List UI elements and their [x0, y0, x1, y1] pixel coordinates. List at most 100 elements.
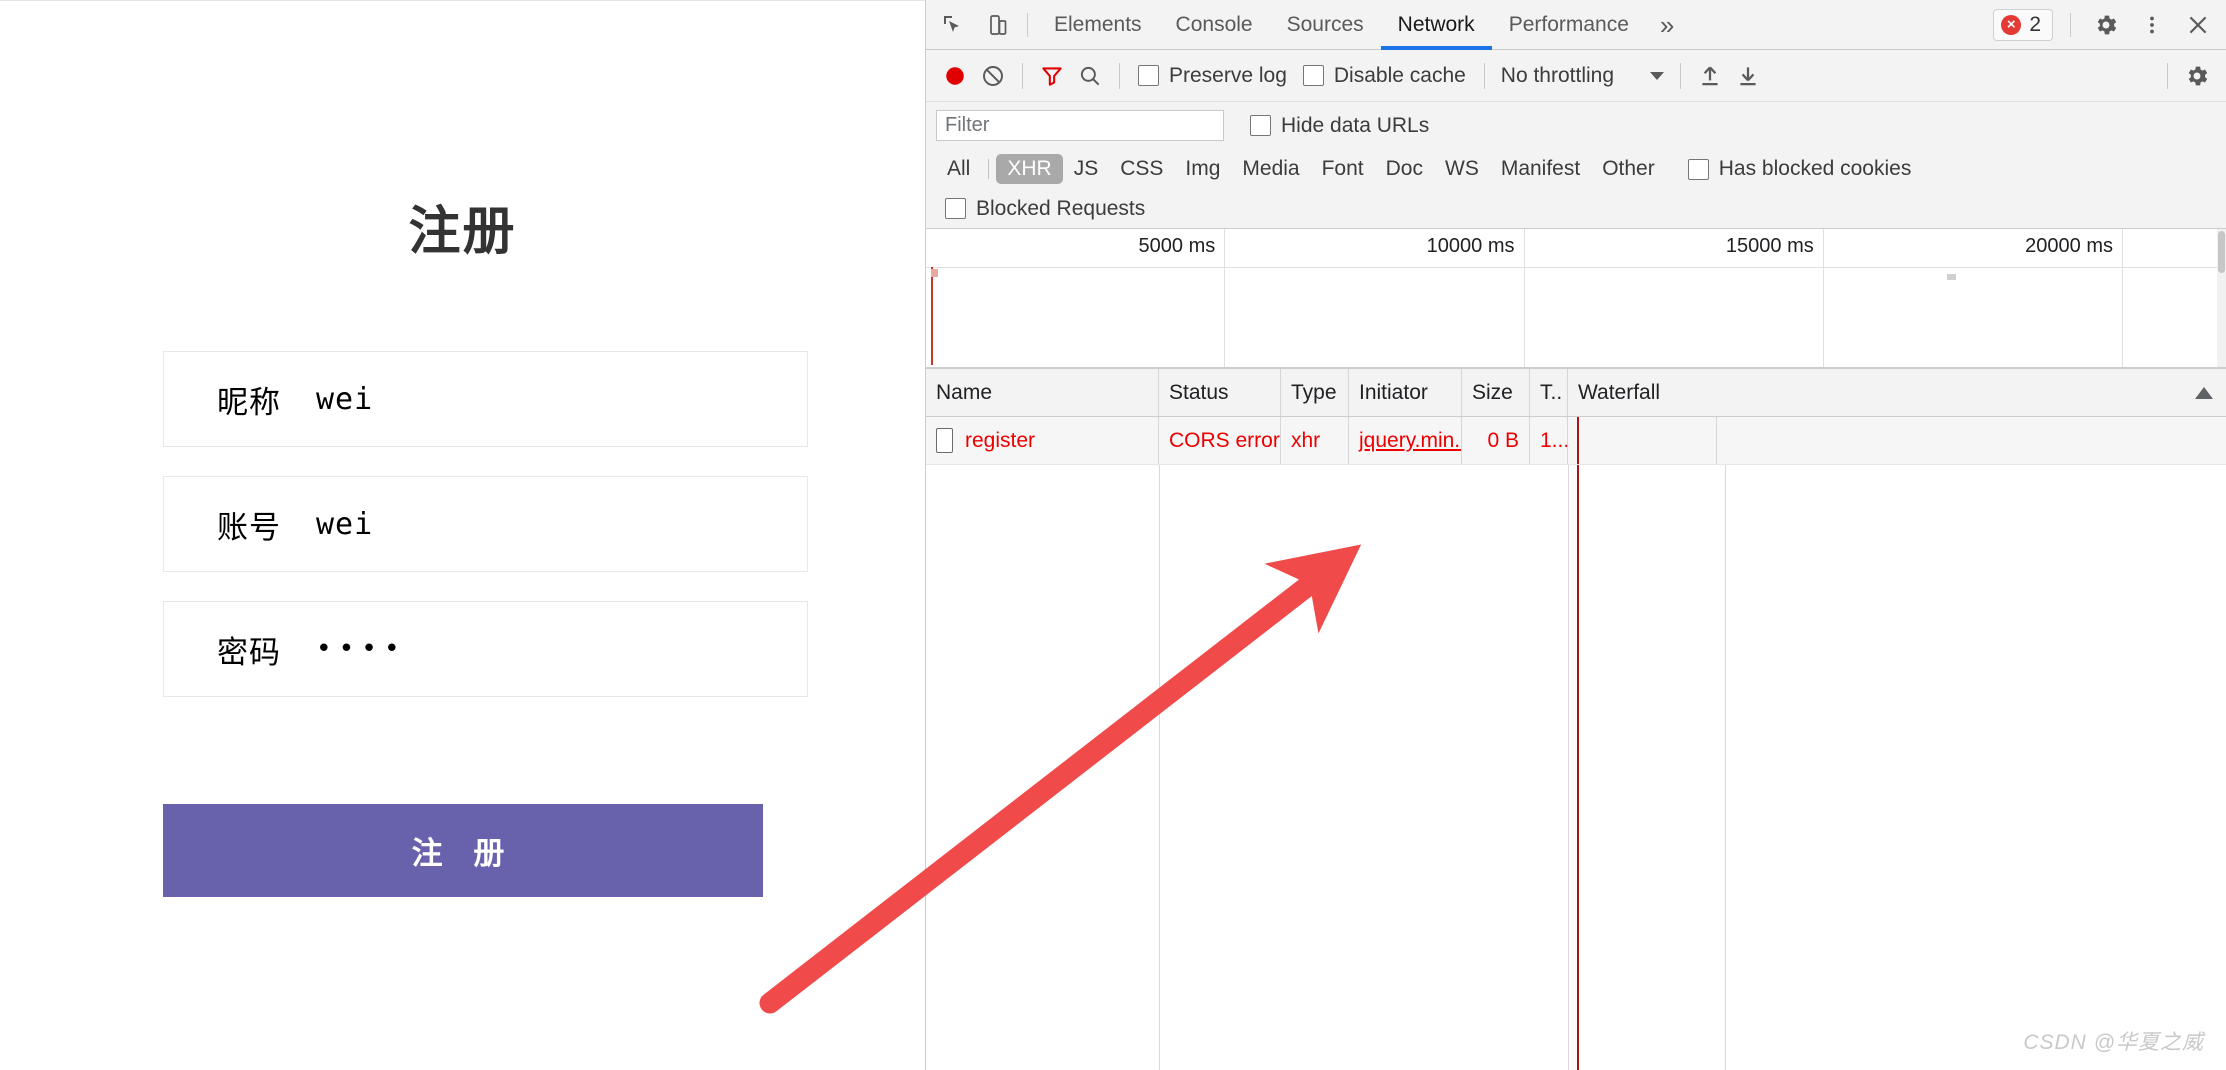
type-filter-media[interactable]: Media [1231, 154, 1310, 184]
preserve-log-box[interactable] [1138, 65, 1159, 86]
register-page: 注册 昵称 wei 账号 wei 密码 •••• 注 册 [0, 0, 925, 1070]
overview-scrollbar[interactable] [2217, 229, 2226, 367]
network-requests-table: Name Status Type Initiator Size T.. Wate… [926, 369, 2226, 1070]
chevron-down-icon [1650, 71, 1665, 80]
waterfall-bar [1577, 417, 1579, 464]
cell-name[interactable]: register [926, 417, 1159, 464]
preserve-log-checkbox[interactable]: Preserve log [1138, 64, 1287, 88]
column-header-size[interactable]: Size [1462, 369, 1530, 416]
nickname-label: 昵称 [217, 384, 281, 421]
close-icon[interactable] [2178, 6, 2218, 44]
column-header-name[interactable]: Name [926, 369, 1159, 416]
overview-grid: 5000 ms 10000 ms 15000 ms 20000 ms [926, 229, 2226, 367]
register-submit-button[interactable]: 注 册 [163, 804, 763, 897]
type-filter-font[interactable]: Font [1311, 154, 1375, 184]
account-input-value[interactable]: wei [316, 507, 373, 542]
cell-size: 0 B [1462, 417, 1530, 464]
export-har-icon[interactable] [1729, 57, 1767, 95]
network-settings-gear-icon[interactable] [2178, 57, 2216, 95]
throttling-dropdown[interactable]: No throttling [1495, 64, 1670, 88]
overview-tick-label: 20000 ms [2025, 235, 2113, 257]
inspect-element-icon[interactable] [932, 6, 972, 44]
network-overview-timeline[interactable]: 5000 ms 10000 ms 15000 ms 20000 ms [926, 229, 2226, 369]
overview-tick-label: 15000 ms [1725, 235, 1814, 257]
overview-cell: 15000 ms [1523, 229, 1823, 367]
table-gridline [1159, 465, 1160, 1070]
overview-request-block [931, 269, 938, 277]
disable-cache-checkbox[interactable]: Disable cache [1302, 64, 1466, 88]
table-header-row: Name Status Type Initiator Size T.. Wate… [926, 369, 2226, 417]
gear-icon[interactable] [2086, 6, 2126, 44]
type-filter-manifest[interactable]: Manifest [1490, 154, 1591, 184]
column-header-waterfall[interactable]: Waterfall [1568, 369, 2226, 416]
type-filter-css[interactable]: CSS [1109, 154, 1174, 184]
throttling-value: No throttling [1500, 63, 1615, 87]
overview-request-marker [931, 267, 933, 365]
network-toolbar: Preserve log Disable cache No throttling [926, 50, 2226, 102]
nickname-field[interactable]: 昵称 wei [163, 351, 808, 447]
tab-console[interactable]: Console [1159, 0, 1270, 50]
record-button-icon[interactable] [936, 57, 974, 95]
blocked-requests-bar: Blocked Requests [926, 189, 2226, 229]
has-blocked-cookies-label: Has blocked cookies [1718, 157, 1912, 180]
tab-network[interactable]: Network [1381, 0, 1492, 50]
type-filter-js[interactable]: JS [1063, 154, 1110, 184]
error-count-badge[interactable]: × 2 [1993, 9, 2053, 41]
tab-sources[interactable]: Sources [1270, 0, 1381, 50]
type-filter-ws[interactable]: WS [1434, 154, 1490, 184]
clear-button-icon[interactable] [974, 57, 1012, 95]
overview-tick-label: 5000 ms [1138, 235, 1216, 257]
type-filter-doc[interactable]: Doc [1375, 154, 1434, 184]
account-label: 账号 [217, 509, 281, 546]
password-field[interactable]: 密码 •••• [163, 601, 808, 697]
nickname-input-value[interactable]: wei [316, 382, 373, 417]
column-header-type[interactable]: Type [1281, 369, 1349, 416]
sort-ascending-icon [2195, 386, 2213, 399]
import-har-icon[interactable] [1691, 57, 1729, 95]
has-blocked-cookies-checkbox[interactable]: Has blocked cookies [1687, 157, 1912, 181]
column-header-time[interactable]: T.. [1530, 369, 1568, 416]
column-header-initiator[interactable]: Initiator [1349, 369, 1462, 416]
password-label: 密码 [217, 634, 281, 671]
filter-input[interactable] [936, 110, 1224, 141]
column-header-waterfall-label: Waterfall [1578, 380, 1661, 404]
blocked-requests-box[interactable] [945, 198, 966, 219]
network-filter-bar: Hide data URLs [926, 102, 2226, 149]
type-filter-other[interactable]: Other [1591, 154, 1666, 184]
disable-cache-box[interactable] [1302, 65, 1324, 86]
hide-data-urls-label: Hide data URLs [1281, 113, 1430, 137]
hide-data-urls-checkbox[interactable]: Hide data URLs [1250, 114, 1429, 138]
device-toolbar-icon[interactable] [978, 6, 1018, 44]
column-header-status[interactable]: Status [1159, 369, 1281, 416]
account-field[interactable]: 账号 wei [163, 476, 808, 572]
toolbar-divider-1 [1022, 62, 1023, 89]
overview-tick-label: 10000 ms [1426, 235, 1515, 257]
three-dots-icon[interactable] [2132, 6, 2172, 44]
cell-status: CORS error [1159, 417, 1281, 464]
resource-type-filters: All XHR JS CSS Img Media Font Doc WS Man… [926, 149, 2226, 189]
type-filter-xhr[interactable]: XHR [996, 154, 1063, 184]
has-blocked-cookies-box[interactable] [1687, 158, 1709, 180]
blocked-requests-checkbox[interactable]: Blocked Requests [945, 197, 1145, 221]
table-gridline [1568, 465, 1569, 1070]
row-checkbox[interactable] [936, 428, 953, 453]
type-filter-img[interactable]: Img [1174, 154, 1231, 184]
table-row[interactable]: register CORS error xhr jquery.min.... 0… [926, 417, 2226, 465]
type-filter-all[interactable]: All [936, 154, 981, 184]
overview-cell [2122, 229, 2226, 367]
tab-performance[interactable]: Performance [1492, 0, 1646, 50]
search-icon[interactable] [1071, 57, 1109, 95]
table-gridline [1725, 465, 1726, 1070]
devtools-tabbar: Elements Console Sources Network Perform… [926, 0, 2226, 50]
hide-data-urls-box[interactable] [1250, 115, 1271, 136]
more-tabs-icon[interactable]: » [1646, 1, 1688, 49]
error-circle-icon: × [2001, 15, 2022, 35]
cell-initiator[interactable]: jquery.min.... [1349, 417, 1462, 464]
password-input-value[interactable]: •••• [316, 634, 407, 664]
tab-elements[interactable]: Elements [1037, 0, 1159, 50]
initiator-link[interactable]: jquery.min.... [1359, 429, 1461, 453]
filter-funnel-icon[interactable] [1033, 57, 1071, 95]
page-title: 注册 [408, 202, 517, 262]
toolbar-divider-2 [1119, 62, 1120, 89]
network-toolbar-right [2157, 57, 2216, 95]
